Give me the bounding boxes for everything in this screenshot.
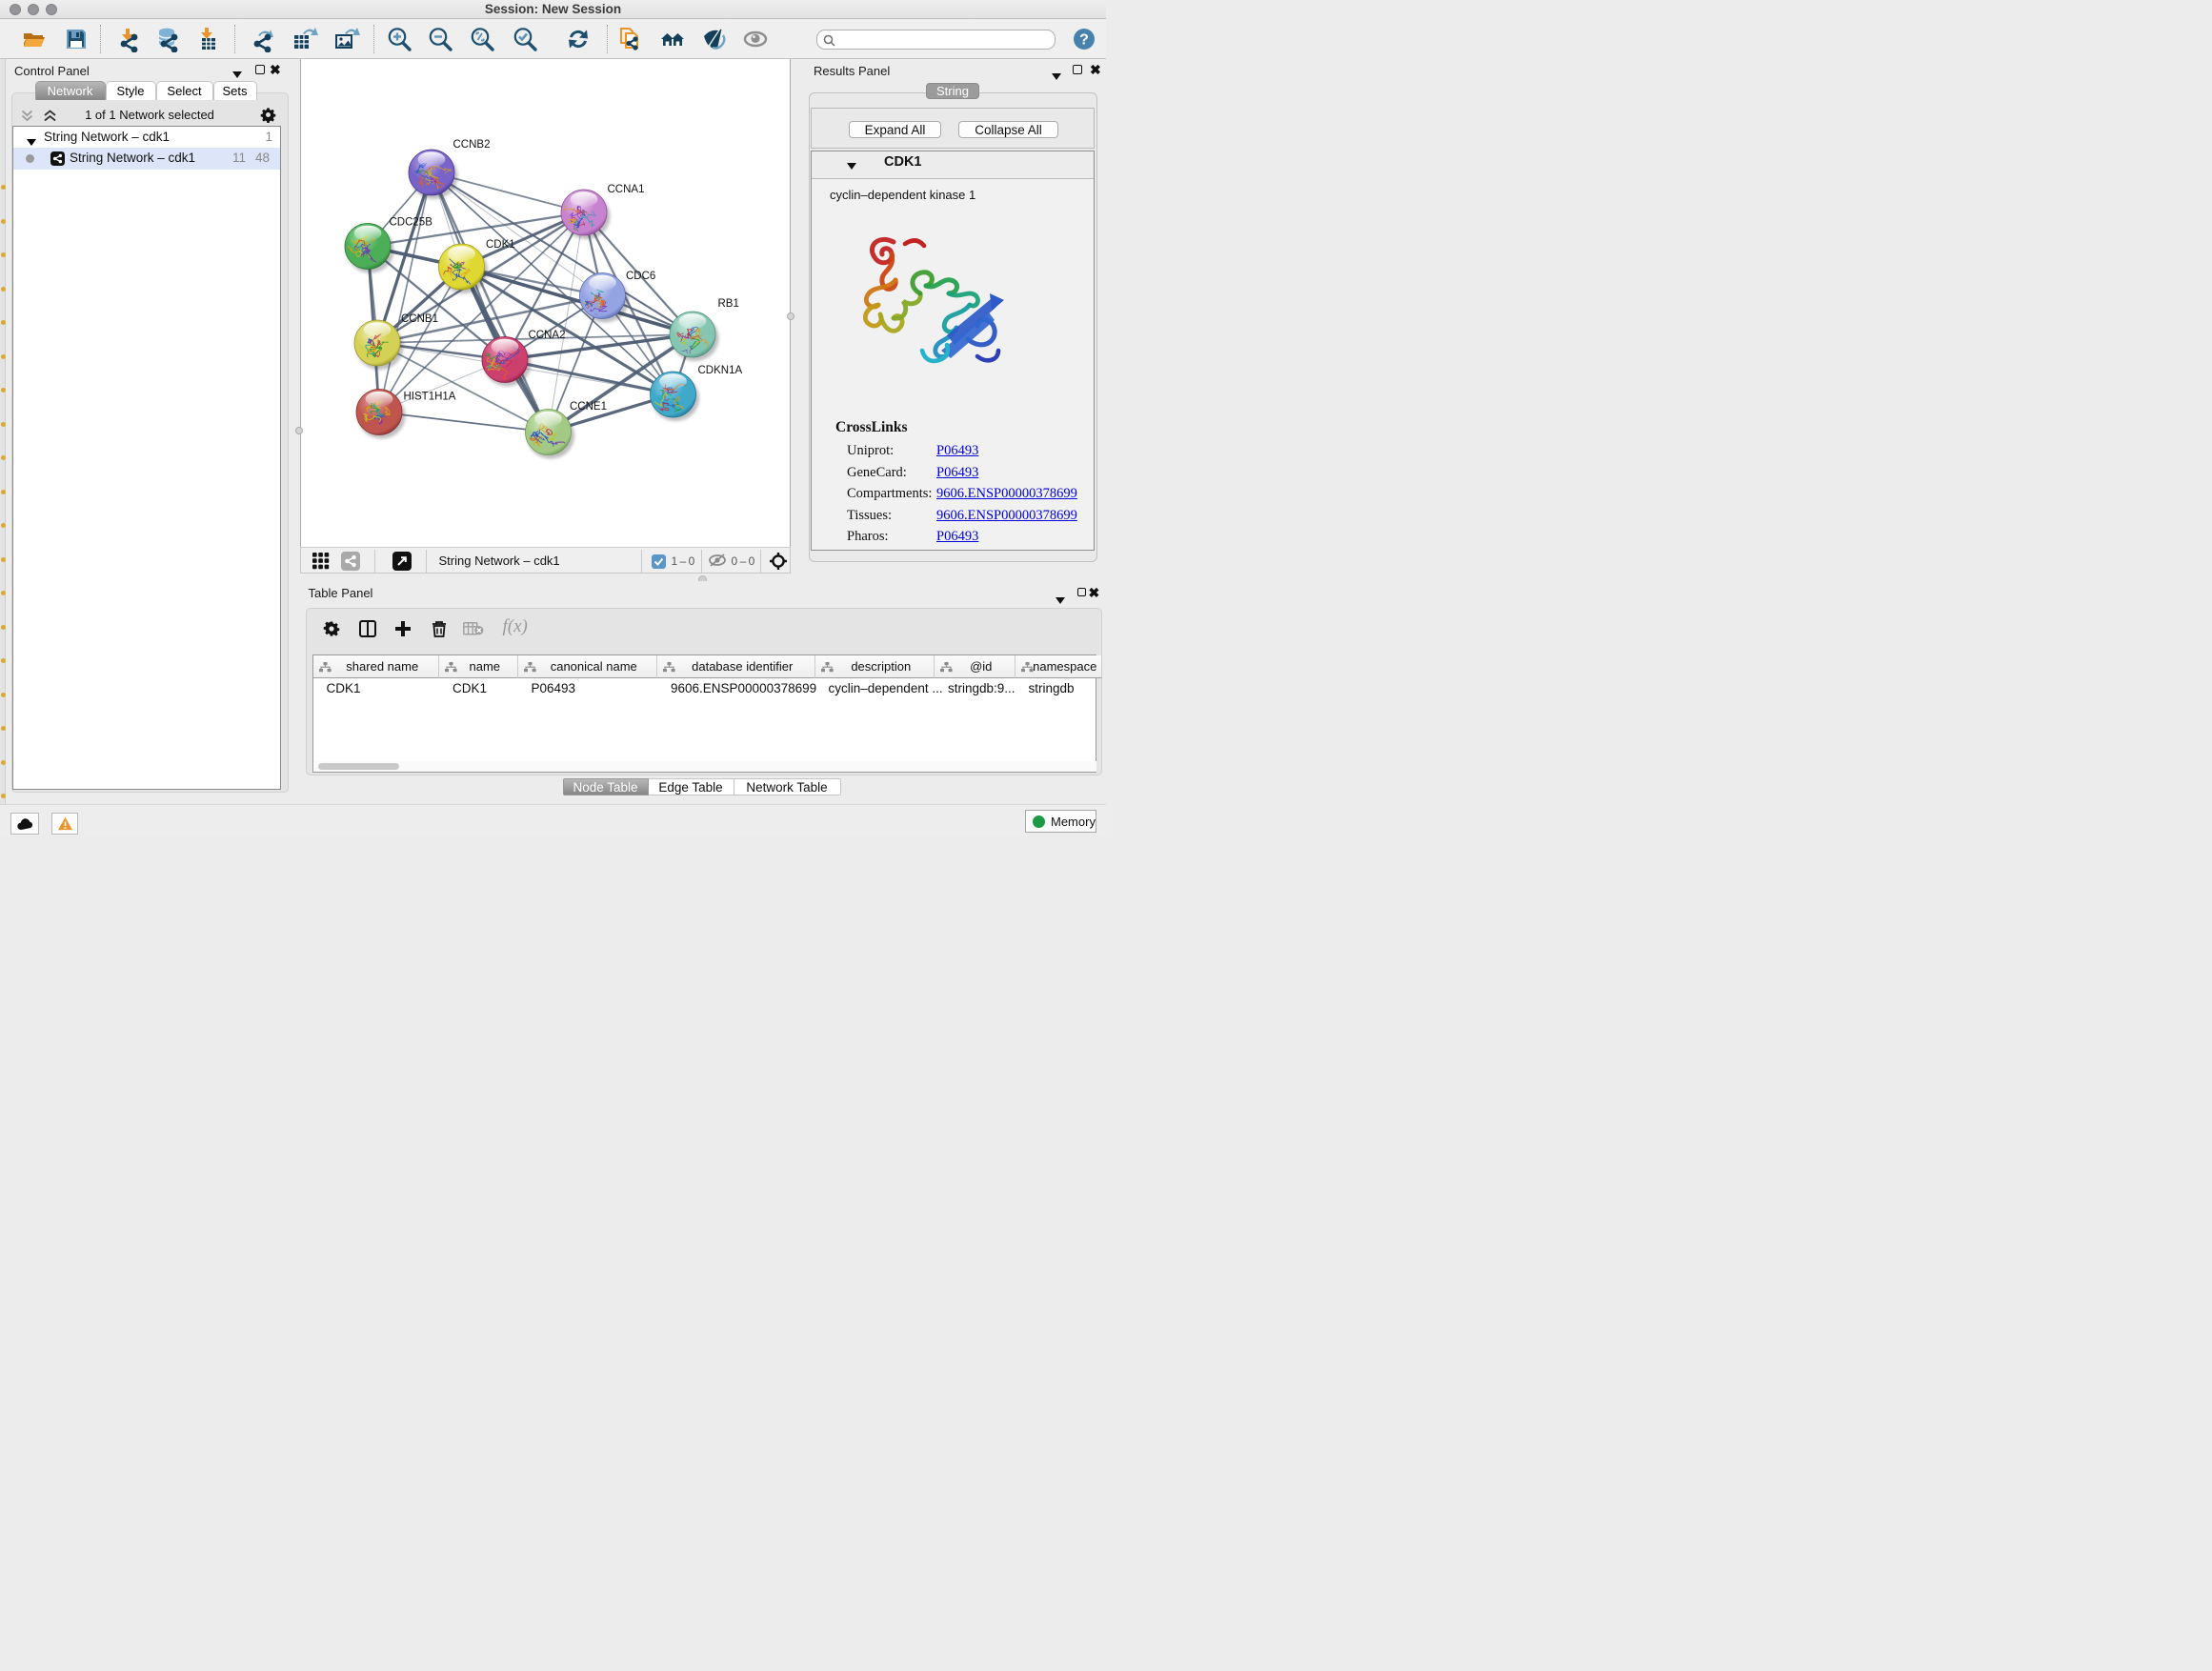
svg-text:CCNB2: CCNB2 (452, 139, 490, 151)
svg-text:CCNA2: CCNA2 (528, 330, 565, 341)
svg-text:CDKN1A: CDKN1A (697, 365, 742, 376)
svg-text:1 of 1 Network selected: 1 of 1 Network selected (85, 108, 214, 122)
svg-text:CCNE1: CCNE1 (570, 401, 607, 413)
svg-text:CDC6: CDC6 (626, 271, 655, 282)
svg-text:HIST1H1A: HIST1H1A (403, 392, 455, 403)
svg-text:CDK1: CDK1 (486, 239, 515, 251)
svg-text:CCNA1: CCNA1 (607, 184, 644, 195)
svg-text:?: ? (1079, 32, 1089, 49)
svg-text:CDC25B: CDC25B (389, 217, 432, 229)
svg-text:CCNB1: CCNB1 (401, 313, 438, 325)
svg-text:RB1: RB1 (717, 298, 738, 310)
